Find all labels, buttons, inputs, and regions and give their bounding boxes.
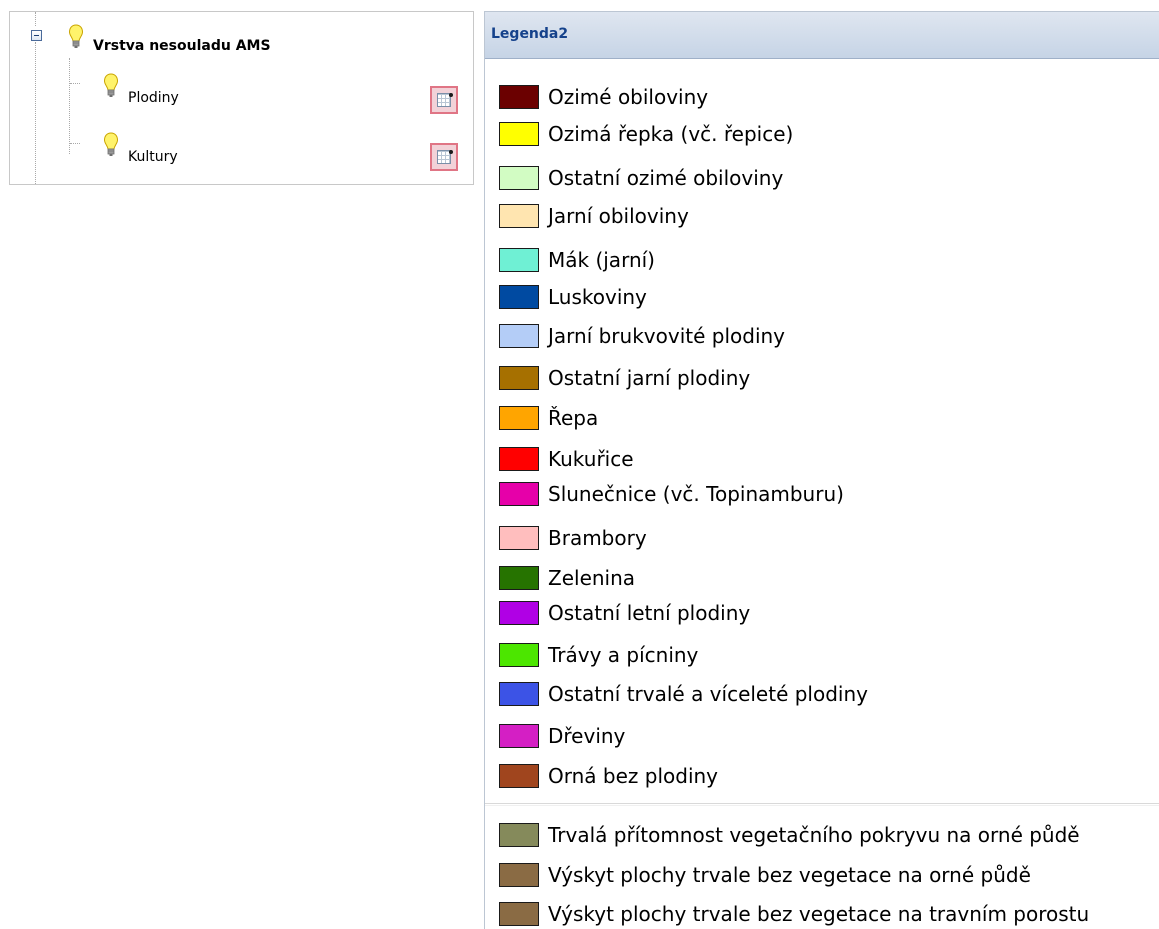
legend-swatch bbox=[499, 863, 539, 887]
legend-item: Ozimá řepka (vč. řepice) bbox=[499, 119, 1159, 149]
legend-item-label: Mák (jarní) bbox=[548, 248, 655, 272]
lightbulb-icon[interactable] bbox=[103, 73, 119, 99]
tree-guide-line bbox=[70, 143, 80, 144]
legend-item-label: Řepa bbox=[548, 406, 599, 430]
legend-item-label: Jarní brukvovité plodiny bbox=[548, 324, 786, 348]
tree-guide-line bbox=[35, 42, 36, 184]
legend-swatch bbox=[499, 764, 539, 788]
legend-item-label: Brambory bbox=[548, 526, 647, 550]
tree-root-label[interactable]: Vrstva nesouladu AMS bbox=[93, 38, 271, 54]
legend-item-label: Luskoviny bbox=[548, 285, 647, 309]
legend-item: Výskyt plochy trvale bez vegetace na tra… bbox=[499, 899, 1159, 929]
legend-item: Orná bez plodiny bbox=[499, 761, 1159, 791]
legend-item: Ostatní jarní plodiny bbox=[499, 363, 1159, 393]
legend-item: Slunečnice (vč. Topinamburu) bbox=[499, 479, 1159, 509]
legend-swatch bbox=[499, 902, 539, 926]
legend-item-label: Orná bez plodiny bbox=[548, 764, 719, 788]
legend-item: Zelenina bbox=[499, 563, 1159, 593]
legend-item-label: Dřeviny bbox=[548, 724, 626, 748]
legend-panel: Legenda2 Ozimé obiloviny Ozimá řepka (vč… bbox=[484, 11, 1159, 929]
legend-item: Ostatní letní plodiny bbox=[499, 598, 1159, 628]
legend-dot-icon bbox=[449, 93, 453, 97]
tree-guide-line bbox=[70, 83, 80, 84]
legend-swatch bbox=[499, 85, 539, 109]
legend-item: Trvalá přítomnost vegetačního pokryvu na… bbox=[499, 820, 1159, 850]
legend-item-label: Zelenina bbox=[548, 566, 636, 590]
lightbulb-icon[interactable] bbox=[68, 24, 84, 50]
legend-item-label: Ostatní trvalé a víceleté plodiny bbox=[548, 682, 868, 706]
legend-item-label: Slunečnice (vč. Topinamburu) bbox=[548, 482, 844, 506]
legend-swatch bbox=[499, 406, 539, 430]
legend-swatch bbox=[499, 601, 539, 625]
legend-item-label: Ozimé obiloviny bbox=[548, 85, 709, 109]
legend-item-label: Ostatní jarní plodiny bbox=[548, 366, 751, 390]
legend-swatch bbox=[499, 122, 539, 146]
legend-header: Legenda2 bbox=[485, 12, 1159, 59]
legend-item: Ostatní ozimé obiloviny bbox=[499, 163, 1159, 193]
legend-item: Ostatní trvalé a víceleté plodiny bbox=[499, 679, 1159, 709]
tree-guide-line bbox=[35, 12, 36, 26]
legend-swatch bbox=[499, 366, 539, 390]
legend-swatch bbox=[499, 526, 539, 550]
lightbulb-icon[interactable] bbox=[103, 132, 119, 158]
legend-dot-icon bbox=[449, 150, 453, 154]
legend-item: Mák (jarní) bbox=[499, 245, 1159, 275]
legend-title: Legenda2 bbox=[491, 26, 569, 42]
legend-item: Dřeviny bbox=[499, 721, 1159, 751]
legend-swatch bbox=[499, 482, 539, 506]
legend-item-label: Ozimá řepka (vč. řepice) bbox=[548, 122, 794, 146]
legend-swatch bbox=[499, 682, 539, 706]
legend-swatch bbox=[499, 643, 539, 667]
layer-legend-button[interactable] bbox=[430, 86, 458, 114]
legend-item-label: Jarní obiloviny bbox=[548, 204, 689, 228]
legend-item-label: Výskyt plochy trvale bez vegetace na tra… bbox=[548, 902, 1090, 926]
legend-item: Brambory bbox=[499, 523, 1159, 553]
legend-item-label: Ostatní letní plodiny bbox=[548, 601, 751, 625]
tree-item-label[interactable]: Kultury bbox=[128, 149, 178, 165]
legend-item-label: Ostatní ozimé obiloviny bbox=[548, 166, 784, 190]
tree-item-label[interactable]: Plodiny bbox=[128, 90, 179, 106]
legend-item: Jarní brukvovité plodiny bbox=[499, 321, 1159, 351]
legend-swatch bbox=[499, 447, 539, 471]
legend-swatch bbox=[499, 823, 539, 847]
legend-item: Řepa bbox=[499, 403, 1159, 433]
legend-swatch bbox=[499, 324, 539, 348]
legend-swatch bbox=[499, 204, 539, 228]
legend-item: Kukuřice bbox=[499, 444, 1159, 474]
legend-item-label: Kukuřice bbox=[548, 447, 634, 471]
legend-item-label: Výskyt plochy trvale bez vegetace na orn… bbox=[548, 863, 1031, 887]
collapse-toggle-icon[interactable] bbox=[31, 30, 42, 41]
legend-item: Trávy a pícniny bbox=[499, 640, 1159, 670]
legend-item: Výskyt plochy trvale bez vegetace na orn… bbox=[499, 860, 1159, 890]
legend-swatch bbox=[499, 285, 539, 309]
legend-item: Ozimé obiloviny bbox=[499, 82, 1159, 112]
legend-item-label: Trávy a pícniny bbox=[548, 643, 699, 667]
legend-item: Luskoviny bbox=[499, 282, 1159, 312]
legend-swatch bbox=[499, 166, 539, 190]
legend-swatch bbox=[499, 566, 539, 590]
tree-guide-line bbox=[69, 58, 70, 154]
legend-separator bbox=[485, 803, 1159, 804]
legend-item-label: Trvalá přítomnost vegetačního pokryvu na… bbox=[548, 823, 1080, 847]
legend-swatch bbox=[499, 724, 539, 748]
layer-tree: Vrstva nesouladu AMS Plodiny Kultury bbox=[9, 11, 474, 185]
legend-separator bbox=[485, 805, 1159, 806]
layer-legend-button[interactable] bbox=[430, 143, 458, 171]
legend-item: Jarní obiloviny bbox=[499, 201, 1159, 231]
legend-swatch bbox=[499, 248, 539, 272]
